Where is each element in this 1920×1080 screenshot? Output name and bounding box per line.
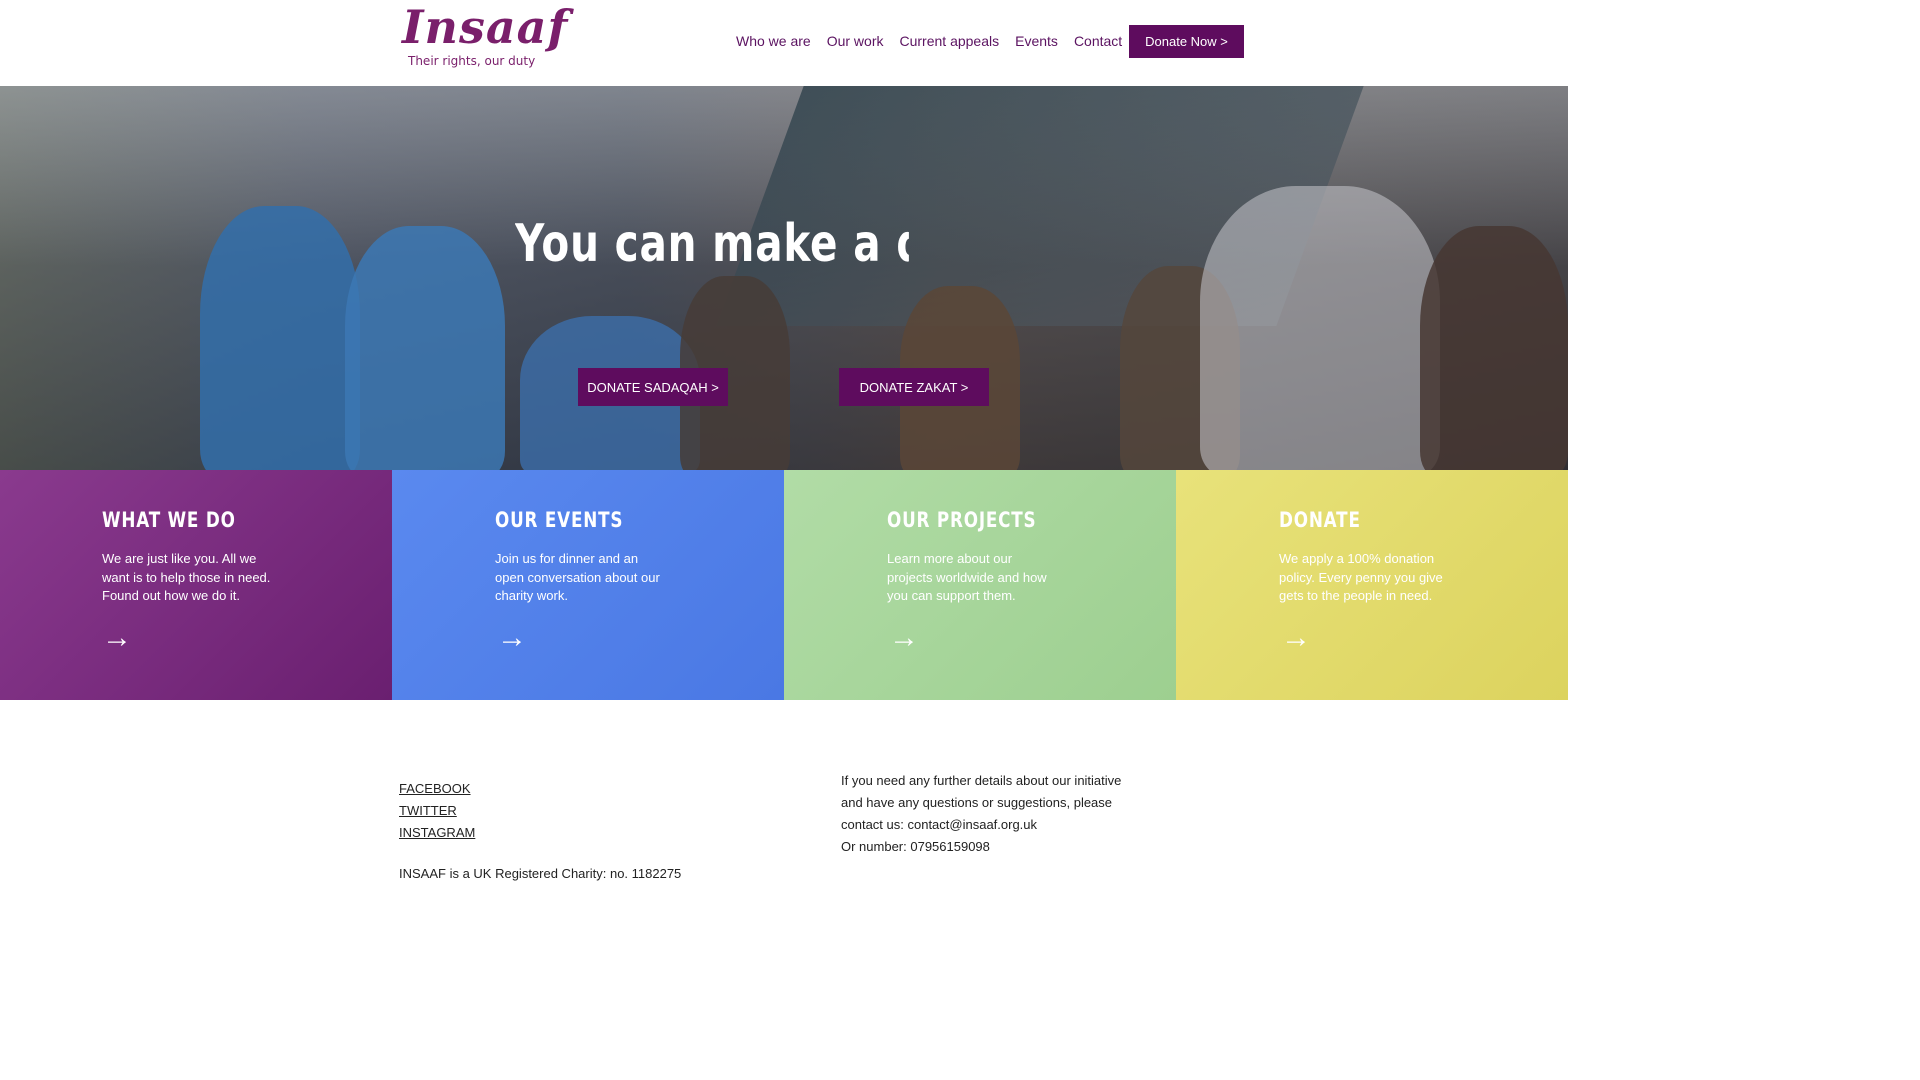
contact-line: If you need any further details about ou… <box>841 773 1122 788</box>
nav-current-appeals[interactable]: Current appeals <box>900 33 1000 49</box>
main-nav: Who we are Our work Current appeals Even… <box>736 33 1138 49</box>
charity-registration: INSAAF is a UK Registered Charity: no. 1… <box>399 866 682 881</box>
tile-donate[interactable]: DONATE We apply a 100% donation policy. … <box>1176 470 1568 700</box>
logo-tagline: Their rights, our duty <box>408 54 536 68</box>
arrow-right-icon[interactable]: → <box>1281 623 1311 653</box>
contact-phone-line: Or number: 07956159098 <box>841 839 990 854</box>
hero-banner: You can make a difference <box>0 86 1568 470</box>
tile-text: Learn more about our projects worldwide … <box>887 551 1047 603</box>
site-header: Insaaf Their rights, our duty Who we are… <box>0 0 1568 86</box>
hero-photo-person <box>1420 226 1568 470</box>
nav-events[interactable]: Events <box>1015 33 1058 49</box>
nav-our-work[interactable]: Our work <box>827 33 884 49</box>
hero-photo-person <box>345 226 505 470</box>
contact-info: If you need any further details about ou… <box>841 770 1141 858</box>
site-footer: FACEBOOK TWITTER INSTAGRAM INSAAF is a U… <box>0 700 1568 886</box>
logo[interactable]: Insaaf Their rights, our duty <box>400 0 567 72</box>
twitter-link[interactable]: TWITTER <box>399 800 475 822</box>
donate-sadaqah-button[interactable]: DONATE SADAQAH > <box>578 368 728 406</box>
nav-who-we-are[interactable]: Who we are <box>736 33 811 49</box>
facebook-link[interactable]: FACEBOOK <box>399 778 475 800</box>
tile-our-events[interactable]: OUR EVENTS Join us for dinner and an ope… <box>392 470 784 700</box>
tile-our-projects[interactable]: OUR PROJECTS Learn more about our projec… <box>784 470 1176 700</box>
feature-tiles: WHAT WE DO We are just like you. All we … <box>0 470 1568 700</box>
arrow-right-icon[interactable]: → <box>102 623 132 653</box>
donate-zakat-button[interactable]: DONATE ZAKAT > <box>839 368 989 406</box>
tile-title: OUR EVENTS <box>495 508 624 532</box>
tile-title: DONATE <box>1279 508 1361 532</box>
contact-line: and have any questions or suggestions, p… <box>841 795 1113 810</box>
hero-photo-person <box>1200 186 1440 470</box>
arrow-right-icon[interactable]: → <box>889 623 919 653</box>
arrow-right-icon[interactable]: → <box>497 623 527 653</box>
contact-email-line[interactable]: contact us: contact@insaaf.org.uk <box>841 814 1141 836</box>
nav-contact[interactable]: Contact <box>1074 33 1122 49</box>
hero-title: You can make a difference <box>515 214 909 274</box>
social-links: FACEBOOK TWITTER INSTAGRAM <box>399 778 475 844</box>
hero-photo-person <box>200 206 360 470</box>
tile-title: OUR PROJECTS <box>887 508 1037 532</box>
tile-what-we-do[interactable]: WHAT WE DO We are just like you. All we … <box>0 470 392 700</box>
donate-now-button[interactable]: Donate Now > <box>1129 25 1244 58</box>
tile-text: We apply a 100% donation policy. Every p… <box>1279 551 1443 603</box>
instagram-link[interactable]: INSTAGRAM <box>399 822 475 844</box>
tile-title: WHAT WE DO <box>102 508 236 532</box>
logo-wordmark: Insaaf <box>402 0 569 54</box>
tile-text: We are just like you. All we want is to … <box>102 551 271 603</box>
page: Insaaf Their rights, our duty Who we are… <box>0 0 1568 886</box>
tile-text: Join us for dinner and an open conversat… <box>495 551 660 603</box>
